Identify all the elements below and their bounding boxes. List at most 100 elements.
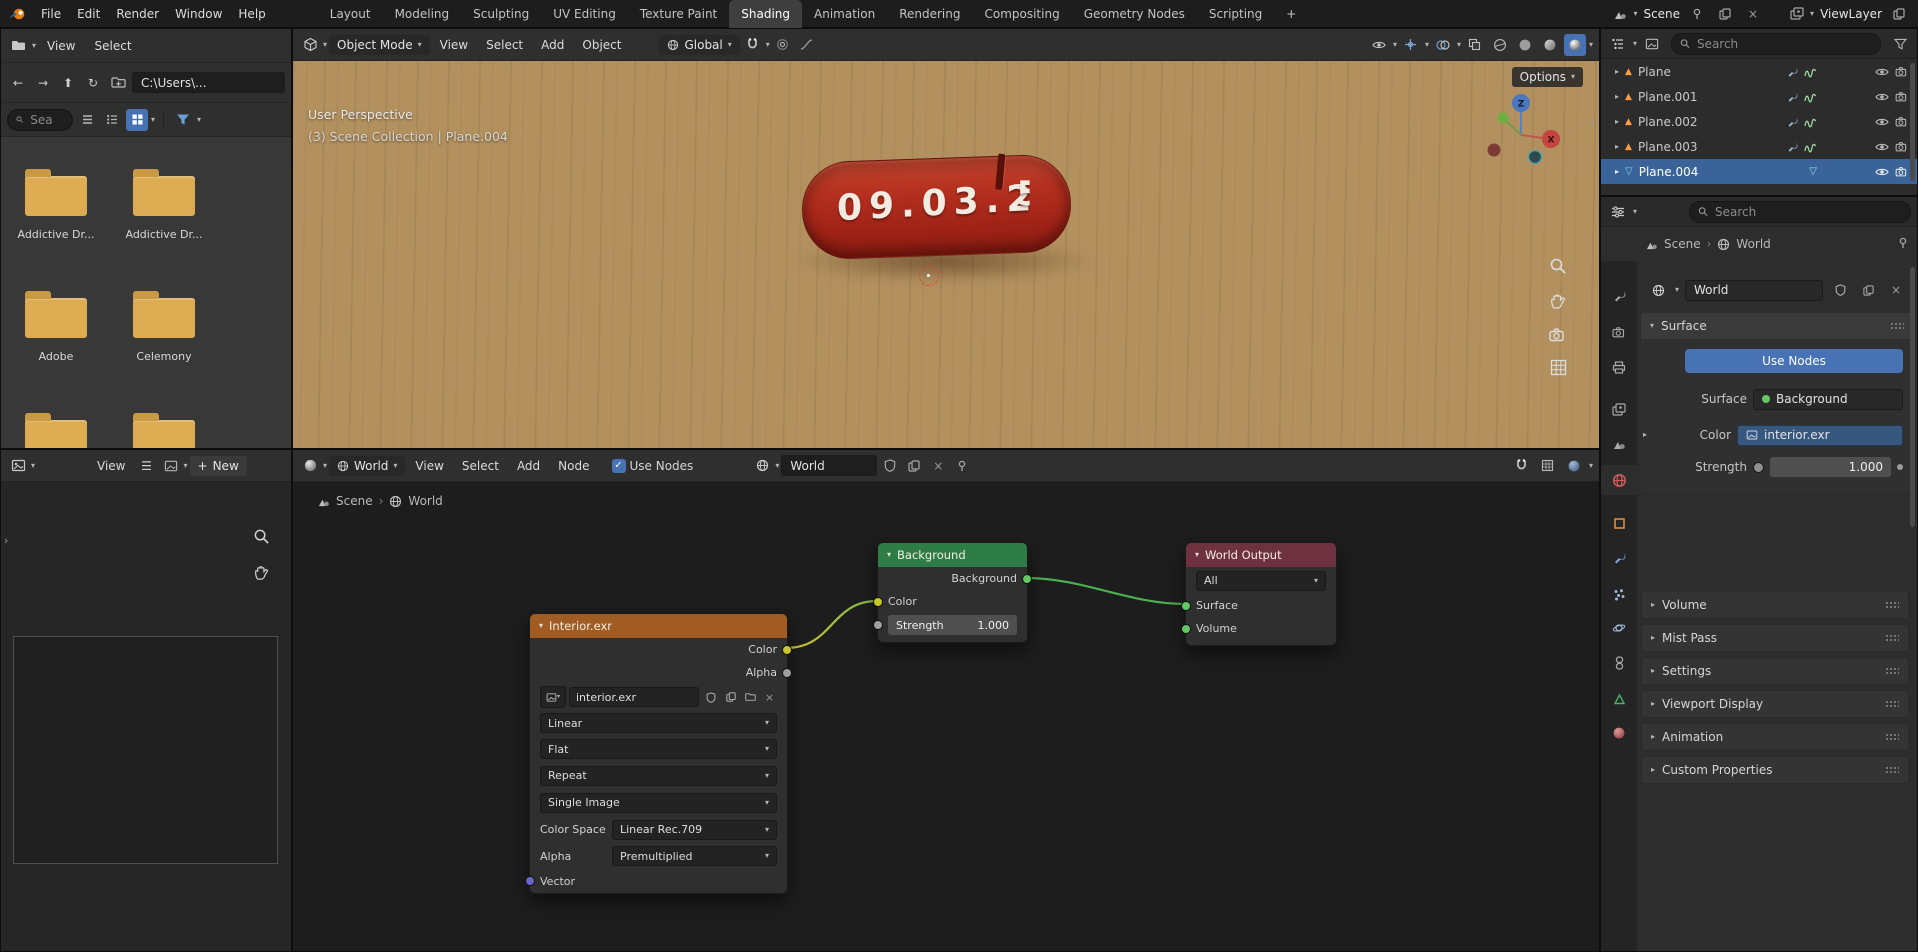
- tab-physics[interactable]: [1601, 613, 1637, 643]
- properties-search-input[interactable]: [1713, 204, 1902, 220]
- wire-color-to-background[interactable]: [786, 601, 877, 648]
- panel-grip-icon[interactable]: [1885, 733, 1899, 741]
- image-browse-icon[interactable]: ▾: [540, 686, 566, 708]
- shading-wireframe-icon[interactable]: [1489, 34, 1511, 56]
- target-dropdown[interactable]: All▾: [1196, 571, 1326, 591]
- xray-icon[interactable]: [1464, 34, 1486, 56]
- modifier-spring-icon[interactable]: [1804, 116, 1817, 128]
- use-nodes-button[interactable]: Use Nodes: [1685, 349, 1903, 373]
- display-list-detail-icon[interactable]: [101, 109, 123, 131]
- viewlayer-dropdown-arrow[interactable]: ▾: [1810, 10, 1814, 18]
- panel-grip-icon[interactable]: [1885, 634, 1899, 642]
- back-icon[interactable]: ←: [7, 72, 29, 94]
- menu-render[interactable]: Render: [108, 4, 167, 24]
- viewport-view-menu[interactable]: View: [432, 35, 476, 55]
- panel-volume[interactable]: ▸Volume: [1641, 591, 1909, 619]
- expand-chevron-icon[interactable]: ▸: [1615, 93, 1619, 101]
- tab-geometry-nodes[interactable]: Geometry Nodes: [1072, 0, 1197, 28]
- editor-type-dropdown-arrow[interactable]: ▾: [32, 42, 36, 50]
- hide-eye-icon[interactable]: [1875, 117, 1889, 127]
- color-expand-arrow[interactable]: ▸: [1643, 431, 1647, 439]
- new-viewlayer-icon[interactable]: [1888, 3, 1910, 25]
- region-collapse-arrow[interactable]: ‹: [1591, 115, 1595, 128]
- gizmos-icon[interactable]: [1400, 34, 1422, 56]
- new-image-icon[interactable]: [722, 687, 739, 707]
- expand-chevron-icon[interactable]: ▸: [1615, 168, 1619, 176]
- pin-icon[interactable]: [1897, 237, 1909, 249]
- filter-dropdown-arrow[interactable]: ▾: [197, 116, 201, 124]
- open-image-folder-icon[interactable]: [742, 687, 759, 707]
- tab-scene[interactable]: [1601, 429, 1637, 459]
- panel-grip-icon[interactable]: [1885, 601, 1899, 609]
- tab-render[interactable]: [1601, 317, 1637, 347]
- hide-eye-icon[interactable]: [1875, 167, 1889, 177]
- new-world-icon[interactable]: [1857, 279, 1879, 301]
- node-header[interactable]: ▾Background: [878, 543, 1027, 567]
- menu-help[interactable]: Help: [230, 4, 273, 24]
- modifier-wrench-icon[interactable]: [1786, 91, 1798, 103]
- animate-dot-icon[interactable]: [1897, 464, 1903, 470]
- tab-rendering[interactable]: Rendering: [887, 0, 972, 28]
- tab-particles[interactable]: [1601, 579, 1637, 609]
- image-name-field[interactable]: interior.exr: [569, 687, 699, 707]
- tab-output[interactable]: [1601, 352, 1637, 382]
- extension-dropdown[interactable]: Repeat▾: [540, 766, 777, 786]
- shading-rendered-icon[interactable]: [1564, 34, 1586, 56]
- folder-item-partial[interactable]: [119, 420, 209, 449]
- node-world-output[interactable]: ▾World Output All▾ Surface Volume: [1185, 542, 1337, 646]
- menu-file[interactable]: File: [33, 4, 69, 24]
- editor-type-dropdown-arrow[interactable]: ▾: [1633, 208, 1637, 216]
- tab-material[interactable]: [1601, 718, 1637, 748]
- visibility-dropdown-arrow[interactable]: ▾: [1393, 41, 1397, 49]
- visibility-icon[interactable]: [1368, 34, 1390, 56]
- outliner-row-plane[interactable]: ▸ ▲ Plane: [1601, 59, 1917, 84]
- menu-window[interactable]: Window: [167, 4, 230, 24]
- viewport-add-menu[interactable]: Add: [533, 35, 572, 55]
- tab-modifiers[interactable]: [1601, 543, 1637, 573]
- image-canvas[interactable]: [13, 636, 278, 864]
- node-environment-texture[interactable]: ▾Interior.exr Color Alpha ▾ interior.exr…: [529, 613, 788, 894]
- render-camera-icon[interactable]: [1895, 91, 1909, 102]
- tab-scripting[interactable]: Scripting: [1197, 0, 1274, 28]
- panel-grip-icon[interactable]: [1885, 667, 1899, 675]
- strength-slider[interactable]: Strength1.000: [888, 615, 1017, 635]
- pan-hand-icon[interactable]: [253, 564, 270, 581]
- hide-eye-icon[interactable]: [1875, 92, 1889, 102]
- surface-shader-dropdown[interactable]: Background: [1753, 389, 1903, 410]
- world-name-field[interactable]: World: [1685, 280, 1823, 301]
- color-space-dropdown[interactable]: Linear Rec.709▾: [612, 820, 777, 840]
- tab-compositing[interactable]: Compositing: [972, 0, 1071, 28]
- editor-type-dropdown-arrow[interactable]: ▾: [1633, 40, 1637, 48]
- viewport-editor-type-icon[interactable]: [299, 34, 321, 56]
- unlink-world-icon[interactable]: ×: [1885, 279, 1907, 301]
- new-scene-icon[interactable]: [1714, 3, 1736, 25]
- strength-socket-dot[interactable]: [1753, 462, 1764, 473]
- expand-chevron-icon[interactable]: ▸: [1615, 68, 1619, 76]
- shading-solid-icon[interactable]: [1514, 34, 1536, 56]
- outliner-row-plane003[interactable]: ▸ ▲ Plane.003: [1601, 134, 1917, 159]
- folder-item[interactable]: Addictive Dr...: [11, 176, 101, 241]
- file-browser-search-input[interactable]: [28, 112, 64, 128]
- alpha-mode-dropdown[interactable]: Premultiplied▾: [612, 846, 777, 866]
- filter-funnel-icon[interactable]: [1889, 33, 1911, 55]
- snap-dropdown-arrow[interactable]: ▾: [766, 41, 770, 49]
- tab-data[interactable]: [1601, 684, 1637, 714]
- file-browser-search[interactable]: [7, 109, 73, 131]
- menu-hamburger-icon[interactable]: ☰: [136, 455, 158, 477]
- tab-shading[interactable]: Shading: [729, 0, 802, 28]
- file-browser-editor-type-icon[interactable]: [7, 35, 29, 57]
- node-background[interactable]: ▾Background Background Color Strength1.0…: [877, 542, 1028, 643]
- render-camera-icon[interactable]: [1895, 166, 1909, 177]
- strength-slider[interactable]: 1.000: [1770, 457, 1891, 477]
- surface-panel-header[interactable]: ▾Surface: [1641, 313, 1913, 339]
- forward-icon[interactable]: →: [32, 72, 54, 94]
- outliner-search-input[interactable]: [1695, 36, 1872, 52]
- file-browser-select-menu[interactable]: Select: [87, 36, 140, 56]
- color-input-socket[interactable]: [873, 597, 883, 607]
- menu-edit[interactable]: Edit: [69, 4, 108, 24]
- pan-hand-icon[interactable]: [1549, 292, 1567, 310]
- modifier-spring-icon[interactable]: [1804, 66, 1817, 78]
- folder-item[interactable]: Adobe: [11, 298, 101, 363]
- image-dropdown-arrow[interactable]: ▾: [184, 462, 188, 470]
- image-datablock-icon[interactable]: [160, 455, 182, 477]
